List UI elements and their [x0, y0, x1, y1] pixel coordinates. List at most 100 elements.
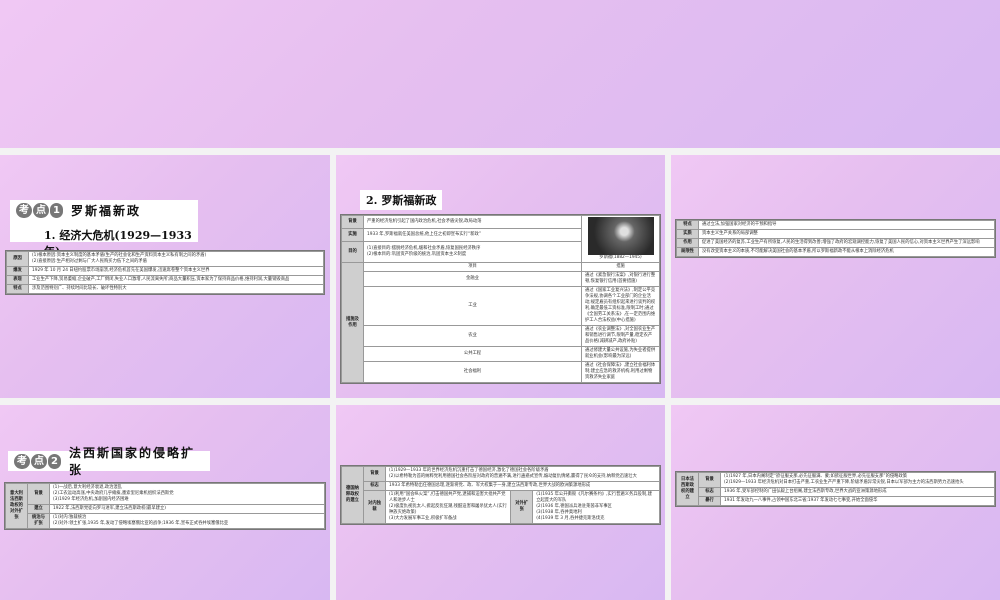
table-row: 德国纳粹政权的建立 背景 (1)1929—1933 年的世界经济危机沉重打击了德国经… [341, 466, 660, 524]
table-row: 对内独裁 (1)利用“国会纵火案”,打击德国共产党,逮捕和迫害大批共产党人和进步人… [342, 490, 660, 524]
badge-char: 点 [33, 203, 49, 218]
table-cell: 通过《农业调整法》,对全国农业生产和销售进行调节,限制产量,稳定农产品价格(减耕… [581, 325, 660, 347]
table-cell: 通过《国家工业复兴法》,制定公平竞争法规,协调各个工业部门的企业活动;规定雇员有… [581, 286, 660, 326]
title-box: 考点2 法西斯国家的侵略扩张 [8, 446, 210, 477]
table-cell: (1)1927 年,日本内阁制定“欲征服支那,必先征服满、蒙;如欲征服世界,必先… [720, 472, 995, 488]
slide-thumbnail-2[interactable]: 2. 罗斯福新政 背景 严重的经济危机引起了国内政治危机,社会矛盾尖锐,政局动荡罗… [336, 155, 665, 398]
table-row: 作用 促进了美国经济的复苏,工业生产有所恢复,人民的生活得到改善;增强了政府的宏观… [676, 238, 995, 248]
table-cell: (1)根本原因:资本主义制度的基本矛盾(生产的社会化和生产资料资本主义私有制之间… [28, 251, 324, 267]
badge-number: 1 [50, 203, 63, 218]
table-cell: 严重的经济危机引起了国内政治危机,社会矛盾尖锐,政局动荡 [363, 215, 582, 229]
table-row: 社会福利 通过《社会保障法》,建立社会福利体制;建立应急的救济机构,利用过剩物资救… [342, 361, 660, 383]
table-cell: 通过《社会保障法》,建立社会福利体制;建立应急的救济机构,利用过剩物资救济失业家… [581, 361, 660, 383]
row-header-cell: 爆发 [6, 266, 29, 276]
table-row: 爆发 1929 年 10 月 24 日纽约股票市场崩溃,经济危机首先在美国爆发,迅… [6, 266, 324, 276]
row-header-cell: 作用 [676, 238, 699, 248]
slide-thumbnail-3[interactable]: 特点 通过立法,加强国家对经济的干预和指导 实质 资本主义生产关系的局部调整 作用 促进了… [671, 155, 1000, 398]
table-cell: 农业 [363, 325, 582, 347]
row-header-cell: 特点 [6, 284, 29, 294]
slide-thumbnail-current[interactable] [0, 0, 1000, 148]
table-cell: 1933 年,罗斯福就任美国总统,他上任之初即宣布实行“新政” [363, 227, 582, 242]
table-cell: (1)一战后,意大利经济衰退,政治混乱 (2)工农运动高涨,中央政府几乎瘫痪,墨… [49, 483, 325, 505]
table-cell: 促进了美国经济的复苏,工业生产有所恢复,人民的生活得到改善;增强了政府的宏观调控… [698, 238, 995, 248]
section-subtitle: 2. 罗斯福新政 [366, 194, 437, 207]
slide-thumbnail-6[interactable]: 日本法西斯政权的建立 背景 (1)1927 年,日本内阁制定“欲征服支那,必先征服满… [671, 405, 1000, 600]
row-header-cell: 背景 [698, 472, 721, 488]
table-row: 建立 1922 年,法西斯党徒向罗马进军,建立法西斯政权(最早建立) [6, 504, 325, 514]
table-row: 标志 1933 年希特勒出任德国总理,逐渐将党、政、军大权集于一身,建立法西斯专政… [342, 481, 660, 491]
italy-fascism-table: 意大利法西斯政权的对外扩张 背景 (1)一战后,意大利经济衰退,政治混乱 (2)工农… [5, 483, 325, 529]
table-cell: 1931 年发动九一八事件,占领中国东北三省;1937 年发动七七事变,开始全面… [720, 496, 995, 506]
table-cell: 社会福利 [363, 361, 582, 383]
crisis-table: 原因 (1)根本原因:资本主义制度的基本矛盾(生产的社会化和生产资料资本主义私有制… [6, 251, 324, 294]
table-cell: 1922 年,法西斯党徒向罗马进军,建立法西斯政权(最早建立) [49, 504, 325, 514]
table-cell: (1)1929—1933 年的世界经济危机沉重打击了德国经济,激化了德国社会各阶… [385, 466, 660, 482]
table-cell: 公共工程 [363, 346, 582, 362]
table-row: 局限性 没有改变资本主义的本质,不可能解决美国社会的基本矛盾,所以罗斯福新政不能从… [676, 247, 995, 257]
photo-caption: 罗斯福(1882—1945) [599, 255, 642, 260]
roosevelt-photo [587, 217, 654, 255]
table-cell: (1)1935 年公开撕毁《凡尔赛条约》,实行普遍义务兵役制,建立起庞大的军队 … [532, 490, 660, 524]
badge-char: 点 [31, 453, 47, 469]
slide-thumbnail-4[interactable]: 考点2 法西斯国家的侵略扩张 意大利法西斯政权的对外扩张 背景 (1)一战后,意大利… [0, 405, 330, 600]
table-row: 工业 通过《国家工业复兴法》,制定公平竞争法规,协调各个工业部门的企业活动;规定雇… [342, 286, 660, 326]
row-header-cell: 标志 [698, 487, 721, 497]
row-header-cell: 统治与扩张 [27, 513, 50, 529]
table-cell: 1933 年希特勒出任德国总理,逐渐将党、政、军大权集于一身,建立法西斯专政,世… [385, 481, 660, 491]
row-header-cell: 目的 [341, 240, 364, 264]
table-row: 统治与扩张 (1)对内:独裁统治 (2)对外:领土扩张,1935 年,发动了侵略埃… [6, 513, 325, 529]
table-cell: 通过《紧急银行法案》,对银行进行整顿,恢复银行信用(首要措施) [581, 271, 660, 287]
table-cell: 工业生产下降,贸易萎缩,企业破产,工厂倒闭,失业人口激增,人民流离失所;商品大量… [28, 275, 324, 285]
roosevelt-photo-cell: 罗斯福(1882—1945) [581, 215, 660, 263]
table-row: 公共工程 通过修建大量公共设施,为失业者提供就业机会(影响最为深远) [342, 346, 660, 362]
row-header-cell: 对内独裁 [363, 490, 386, 524]
table-row: 特点 涉及范围特别广、持续时间比较长、破坏性特别大 [6, 284, 324, 294]
row-header-cell: 表现 [6, 275, 29, 285]
table-cell: 通过修建大量公共设施,为失业者提供就业机会(影响最为深远) [581, 346, 660, 362]
row-header-cell: 德国纳粹政权的建立 [341, 466, 364, 524]
row-header-cell: 特点 [676, 220, 699, 230]
row-header-cell: 对外扩张 [510, 490, 534, 524]
table-row: 实质 资本主义生产关系的局部调整 [676, 229, 995, 239]
badge-char: 考 [16, 203, 32, 218]
table-cell: 资本主义生产关系的局部调整 [698, 229, 995, 239]
title-box: 考点1 罗斯福新政 1. 经济大危机(1929—1933 年) [10, 200, 198, 258]
slide-thumbnail-5[interactable]: 德国纳粹政权的建立 背景 (1)1929—1933 年的世界经济危机沉重打击了德国经… [336, 405, 665, 600]
row-header-cell: 实质 [676, 229, 699, 239]
row-header-cell: 建立 [27, 504, 50, 514]
kaodian-badge: 考点2 [14, 453, 61, 469]
slide-thumbnail-1[interactable]: 考点1 罗斯福新政 1. 经济大危机(1929—1933 年) 原因(1)根本原… [0, 155, 330, 398]
row-header-cell: 措施及作用 [341, 262, 364, 383]
table-cell: (1)利用“国会纵火案”,打击德国共产党,逮捕和迫害大批共产党人和进步人士 (2… [384, 490, 512, 524]
row-header-cell: 意大利法西斯政权的对外扩张 [5, 483, 28, 529]
row-header-cell: 暴行 [698, 496, 721, 506]
table-row: 农业 通过《农业调整法》,对全国农业生产和销售进行调节,限制产量,稳定农产品价格(… [342, 325, 660, 347]
badge-number: 2 [48, 453, 61, 469]
table-row: 表现 工业生产下降,贸易萎缩,企业破产,工厂倒闭,失业人口激增,人民流离失所;商品… [6, 275, 324, 285]
table-cell: 项目 [363, 262, 582, 272]
table-row: 特点 通过立法,加强国家对经济的干预和指导 [676, 220, 995, 230]
kaodian-title: 罗斯福新政 [70, 204, 141, 218]
table-cell: (1)直接目的:摆脱经济危机,缓和社会矛盾,恢复国民经济秩序 (2)根本目的:巩… [363, 240, 582, 264]
table-row: 日本法西斯政权的建立 背景 (1)1927 年,日本内阁制定“欲征服支那,必先征服满… [676, 472, 995, 506]
table-cell: 涉及范围特别广、持续时间比较长、破坏性特别大 [28, 284, 324, 294]
table-row: 标志 1936 年,受军部控制的广田弘毅上台组阁,建立法西斯专政,世界大战的亚洲策… [677, 487, 995, 497]
new-deal-evaluation-table: 特点 通过立法,加强国家对经济的干预和指导 实质 资本主义生产关系的局部调整 作用 促进了… [676, 220, 995, 257]
table-cell: 1936 年,受军部控制的广田弘毅上台组阁,建立法西斯专政,世界大战的亚洲策源地… [720, 487, 995, 497]
table-cell: 措施 [581, 262, 660, 272]
new-deal-table: 背景 严重的经济危机引起了国内政治危机,社会矛盾尖锐,政局动荡 罗斯福(1882—1… [341, 215, 660, 383]
table-cell: 工业 [363, 286, 582, 326]
row-header-cell: 日本法西斯政权的建立 [676, 472, 699, 506]
kaodian-title: 法西斯国家的侵略扩张 [68, 446, 195, 477]
table-cell: 没有改变资本主义的本质,不可能解决美国社会的基本矛盾,所以罗斯福新政不能从根本上… [698, 247, 995, 257]
kaodian-badge: 考点1 [16, 203, 63, 218]
table-row: 暴行 1931 年发动九一八事件,占领中国东北三省;1937 年发动七七事变,开始… [677, 496, 995, 506]
badge-char: 考 [14, 453, 30, 469]
row-header-cell: 背景 [27, 483, 50, 505]
row-header-cell: 实施 [341, 227, 364, 242]
table-row: 背景 严重的经济危机引起了国内政治危机,社会矛盾尖锐,政局动荡 罗斯福(1882—1… [341, 215, 660, 263]
table-cell: 通过立法,加强国家对经济的干预和指导 [698, 220, 995, 230]
title-box: 2. 罗斯福新政 [360, 190, 443, 210]
row-header-cell: 标志 [363, 481, 386, 491]
table-cell: 1929 年 10 月 24 日纽约股票市场崩溃,经济危机首先在美国爆发,迅速席… [28, 266, 324, 276]
